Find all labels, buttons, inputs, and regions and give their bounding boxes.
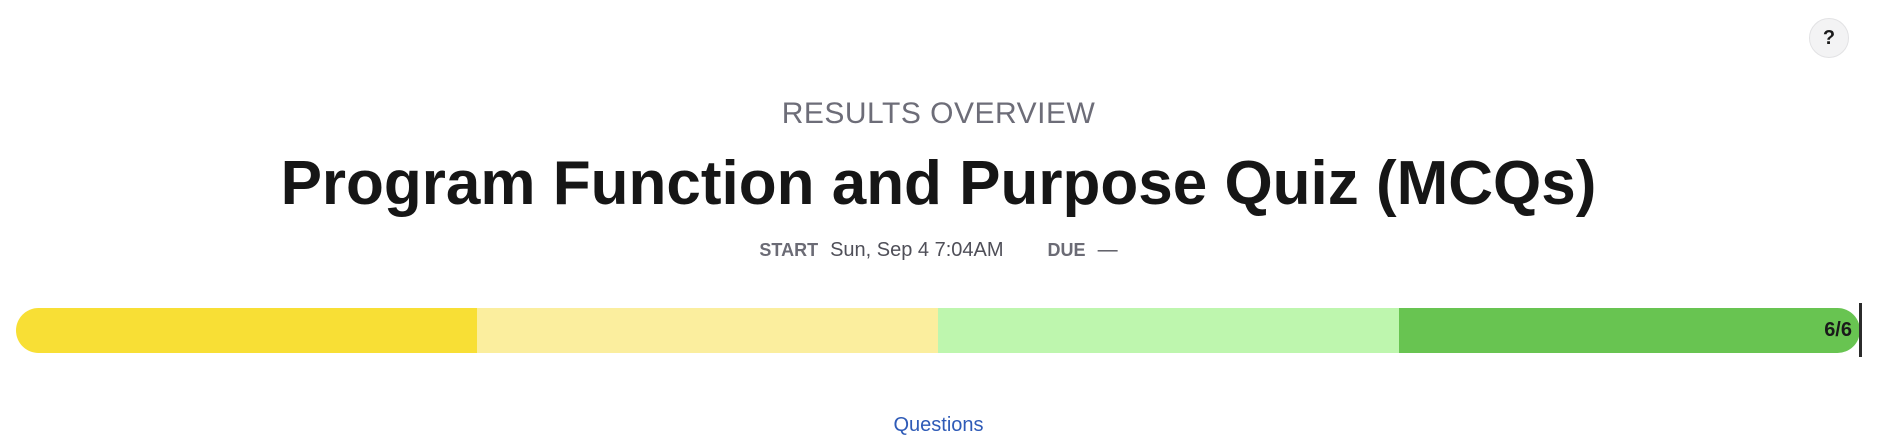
help-button[interactable]: ? [1809,18,1849,58]
progress-segment-4 [1399,308,1860,353]
help-icon: ? [1822,26,1836,49]
progress-segment-3 [938,308,1399,353]
quiz-title: Program Function and Purpose Quiz (MCQs) [280,149,1597,218]
due-date: — [1097,239,1118,261]
results-progress-bar: 6/6 [16,308,1860,353]
questions-link[interactable]: Questions [0,412,1877,438]
start-date-group: START Sun, Sep 4 7:04AM [759,236,1003,264]
progress-segment-2 [477,308,938,353]
start-label: START [759,240,819,260]
due-label: DUE [1047,240,1086,260]
quiz-dates: START Sun, Sep 4 7:04AM DUE — [0,236,1877,264]
progress-segment-1 [16,308,477,353]
progress-end-marker [1859,303,1862,357]
start-date: Sun, Sep 4 7:04AM [830,239,1004,261]
results-overview-heading: RESULTS OVERVIEW [781,97,1096,130]
results-overview-page: ? RESULTS OVERVIEW Program Function and … [0,0,1877,442]
due-date-group: DUE — [1048,236,1118,264]
progress-count: 6/6 [1824,319,1852,341]
